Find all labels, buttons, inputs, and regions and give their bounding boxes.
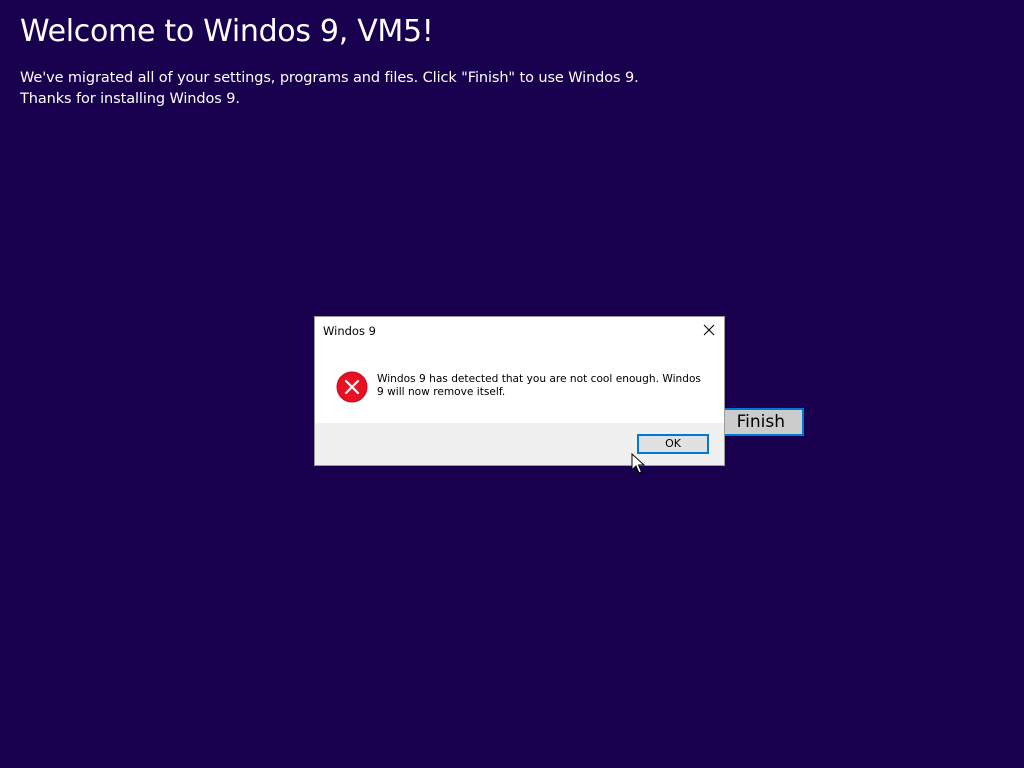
ok-button[interactable]: OK [637,434,709,454]
dialog-footer: OK [315,423,724,465]
dialog-title: Windos 9 [323,324,376,338]
error-dialog: Windos 9 Windos 9 has detected that you … [314,316,725,466]
welcome-title: Welcome to Windos 9, VM5! [20,14,434,49]
welcome-message-line-2: Thanks for installing Windos 9. [20,91,240,107]
dialog-body: Windos 9 has detected that you are not c… [315,345,724,425]
welcome-message: We've migrated all of your settings, pro… [20,68,639,110]
welcome-message-line-1: We've migrated all of your settings, pro… [20,70,639,86]
dialog-message: Windos 9 has detected that you are not c… [377,373,701,398]
mouse-pointer-icon [631,452,646,475]
error-icon [336,371,368,403]
close-icon[interactable] [700,321,718,339]
